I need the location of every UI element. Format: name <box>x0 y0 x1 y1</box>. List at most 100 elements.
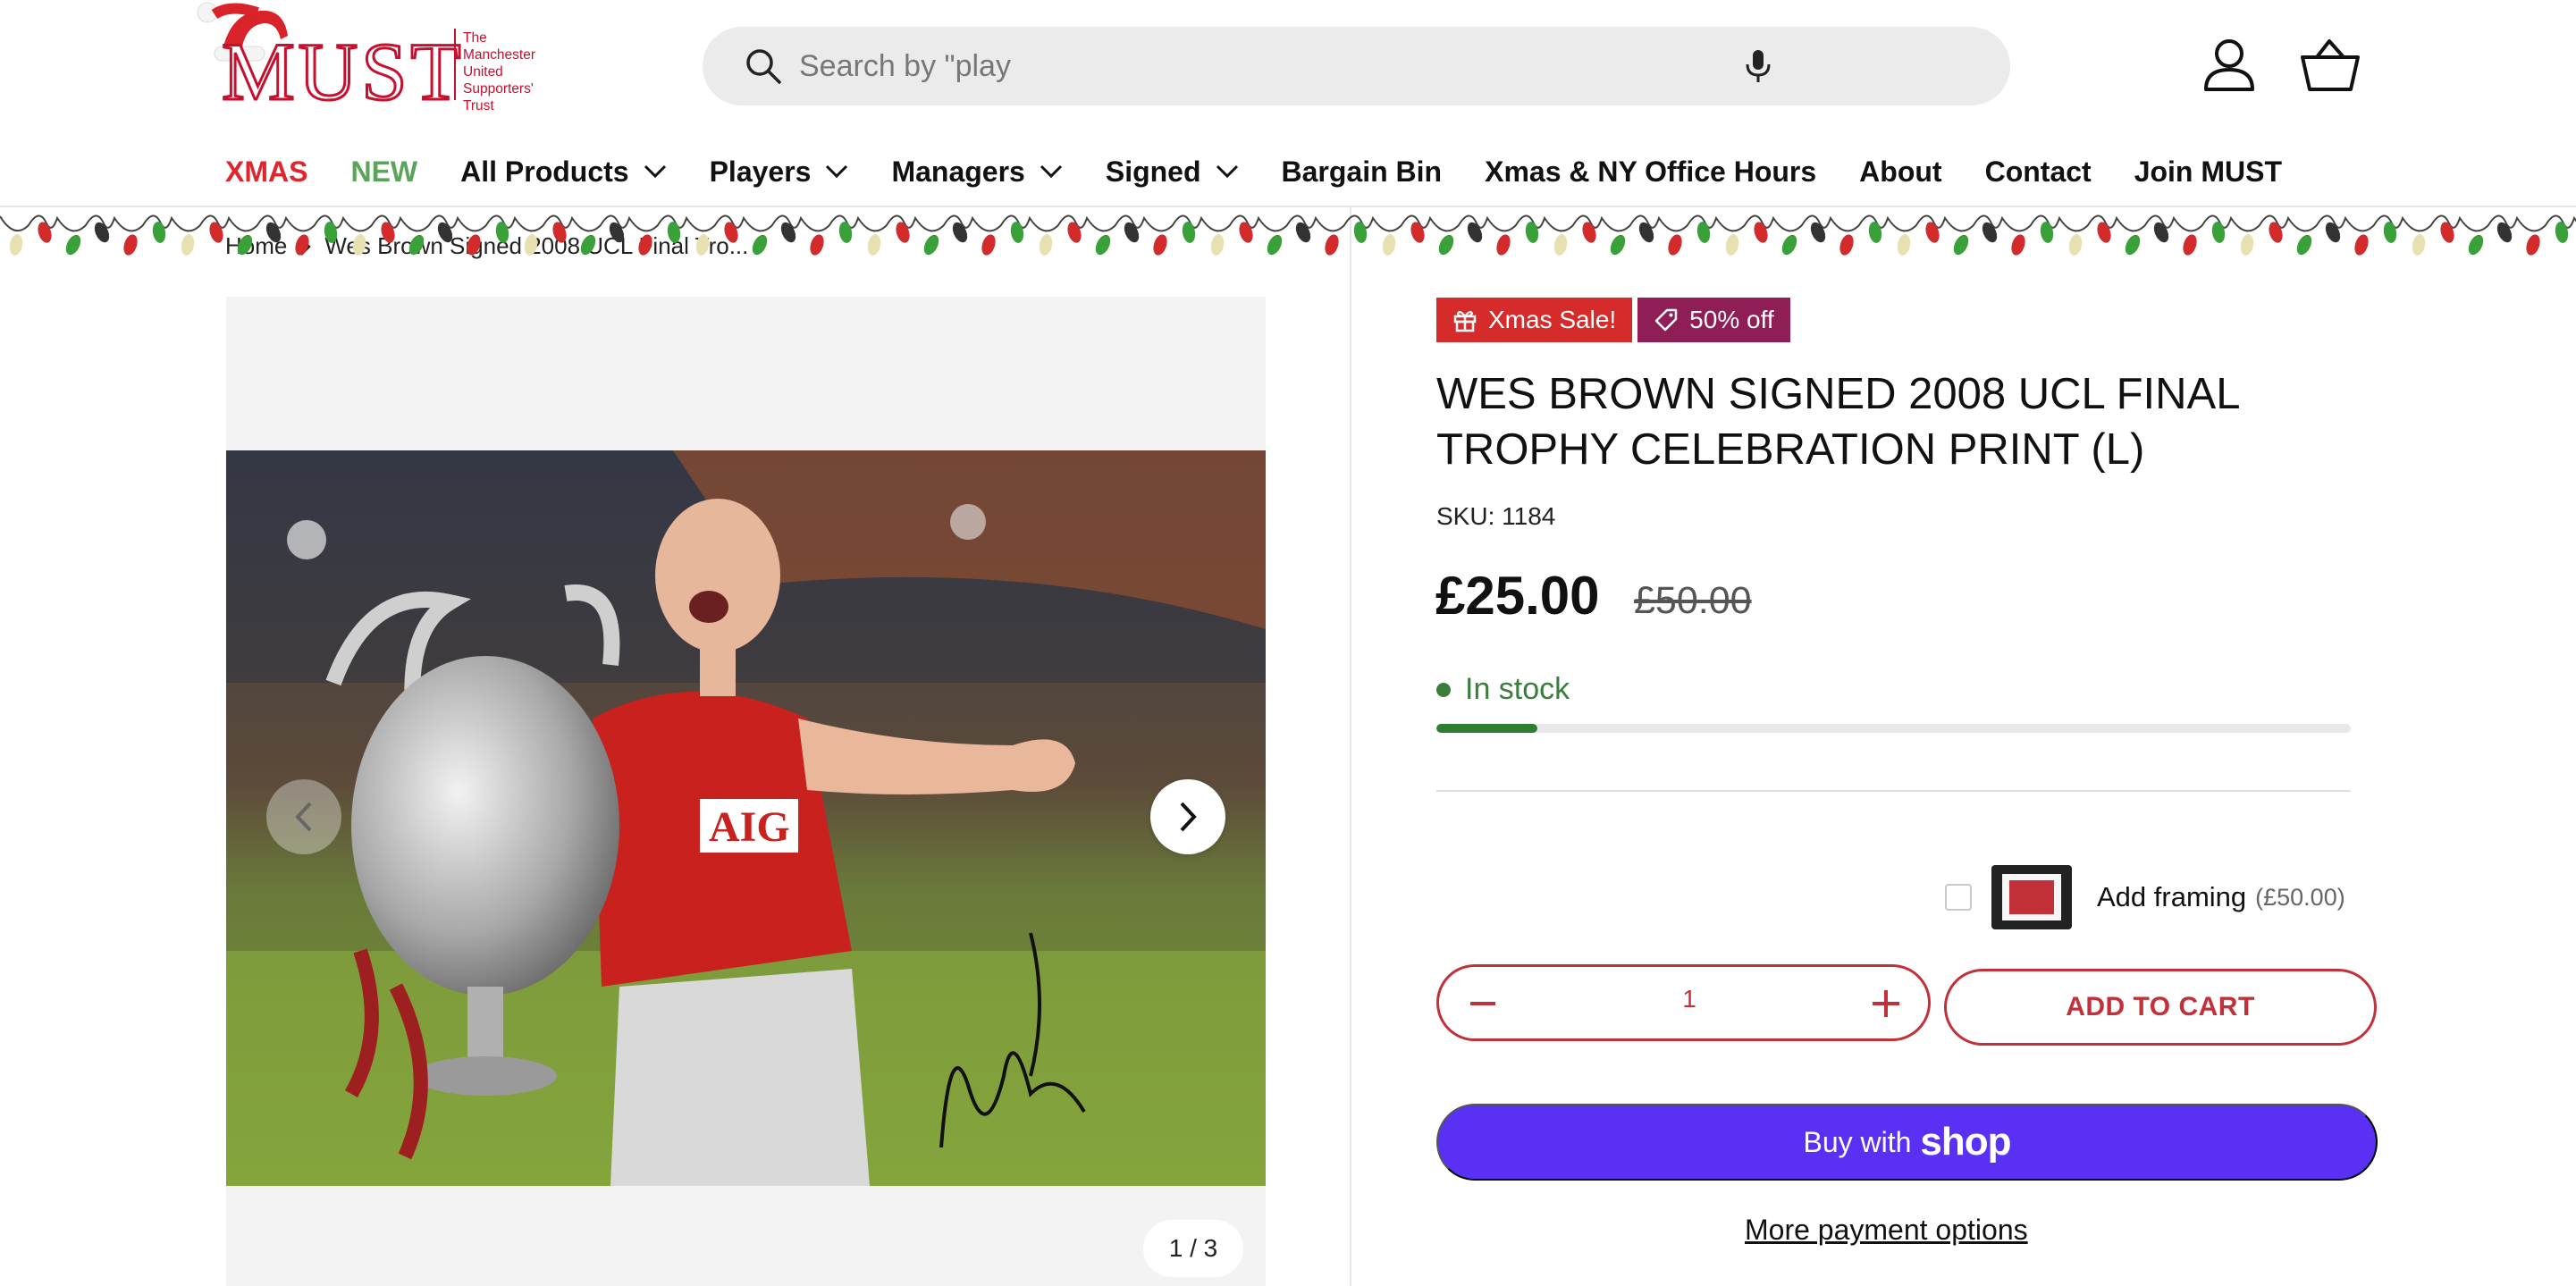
site-logo[interactable]: MUST The Manchester United Supporters' T… <box>195 0 552 114</box>
nav-item-all-products[interactable]: All Products <box>460 155 666 189</box>
search-icon[interactable] <box>744 46 783 86</box>
nav-item-players[interactable]: Players <box>710 155 849 189</box>
light-bulb <box>1525 222 1539 243</box>
nav-item-xmas[interactable]: XMAS <box>225 155 307 189</box>
nav-label: Contact <box>1984 155 2092 188</box>
light-bulb <box>1153 234 1167 256</box>
light-bulb <box>1382 234 1396 256</box>
nav-label: Players <box>709 155 812 188</box>
sale-badge-label: Xmas Sale! <box>1488 306 1617 333</box>
chevron-right-icon <box>300 237 312 256</box>
light-bulb <box>896 222 910 243</box>
light-bulb <box>1810 222 1826 243</box>
light-bulb <box>2383 222 2397 243</box>
main-nav: XMAS NEW All Products Players Managers S… <box>225 152 2325 191</box>
logo-divider <box>454 29 456 100</box>
light-bulb <box>2153 222 2169 243</box>
light-bulb <box>9 234 23 256</box>
nav-item-signed[interactable]: Signed <box>1106 155 1239 189</box>
light-bulb <box>123 234 138 256</box>
gift-icon <box>1453 310 1477 332</box>
light-bulb <box>952 222 968 243</box>
nav-label: About <box>1859 155 1942 188</box>
light-bulb <box>1925 222 1940 243</box>
light-bulb <box>2125 234 2141 256</box>
light-bulb <box>38 222 52 243</box>
nav-item-bargain-bin[interactable]: Bargain Bin <box>1282 155 1443 189</box>
light-bulb <box>2011 234 2025 256</box>
light-bulb <box>1839 234 1854 256</box>
light-bulb <box>2068 234 2083 256</box>
cart-icon[interactable] <box>2299 38 2361 93</box>
light-bulb <box>209 222 223 243</box>
discount-badge-label: 50% off <box>1689 306 1774 333</box>
light-bulb <box>1725 234 1739 256</box>
light-bulb <box>1754 222 1768 243</box>
light-bulb <box>1467 222 1483 243</box>
microphone-icon[interactable] <box>1738 46 1778 86</box>
light-bulb <box>1868 222 1882 243</box>
nav-item-new[interactable]: NEW <box>350 155 417 189</box>
account-icon[interactable] <box>2201 36 2258 93</box>
more-payment-options-link[interactable]: More payment options <box>1745 1214 2028 1247</box>
light-bulb <box>94 222 110 243</box>
nav-label: All Products <box>460 155 629 188</box>
product-image[interactable]: AIG <box>226 450 1266 1186</box>
light-bulb <box>2040 222 2054 243</box>
gallery-prev-button[interactable] <box>266 779 341 854</box>
light-bulb <box>1239 222 1253 243</box>
light-bulb <box>810 234 824 256</box>
light-bulb <box>1095 234 1111 256</box>
light-bulb <box>1496 234 1511 256</box>
chevron-down-icon <box>826 164 848 179</box>
light-bulb <box>2526 234 2540 256</box>
tag-icon <box>1654 308 1678 332</box>
stock-dot-icon <box>1436 682 1451 697</box>
garland-wire <box>0 214 2576 232</box>
quantity-decrease-button[interactable] <box>1462 983 1503 1024</box>
shop-pay-button[interactable]: Buy with shop <box>1436 1104 2378 1181</box>
light-bulb <box>923 234 939 256</box>
light-bulb <box>1668 234 1682 256</box>
light-bulb <box>181 234 195 256</box>
logo-tagline-line: Manchester <box>463 47 535 63</box>
light-bulb <box>2468 234 2484 256</box>
product-badges: Xmas Sale! 50% off <box>1436 298 1796 342</box>
light-bulb <box>1210 234 1225 256</box>
chevron-right-icon <box>1180 802 1197 832</box>
light-bulb <box>1039 234 1053 256</box>
light-bulb <box>2440 222 2454 243</box>
search-input[interactable] <box>799 44 1872 88</box>
quantity-input[interactable]: 1 <box>1600 985 1779 1013</box>
quantity-increase-button[interactable] <box>1865 983 1907 1024</box>
gallery-next-button[interactable] <box>1150 779 1225 854</box>
svg-text:AIG: AIG <box>709 803 790 851</box>
light-bulb <box>1982 222 1998 243</box>
stock-level-fill <box>1436 724 1537 733</box>
chevron-down-icon <box>1216 164 1238 179</box>
search-bar[interactable] <box>703 27 2010 105</box>
nav-item-managers[interactable]: Managers <box>891 155 1062 189</box>
light-bulb <box>152 222 166 243</box>
light-bulb <box>2183 234 2197 256</box>
minus-icon <box>1470 1002 1495 1005</box>
nav-item-about[interactable]: About <box>1859 155 1941 189</box>
nav-item-join[interactable]: Join MUST <box>2134 155 2282 189</box>
nav-label: NEW <box>350 155 418 188</box>
stock-level-bar <box>1436 724 2351 733</box>
add-to-cart-button[interactable]: ADD TO CART <box>1944 969 2377 1046</box>
logo-tagline-line: United <box>463 64 503 80</box>
framing-checkbox[interactable] <box>1945 884 1972 911</box>
framing-label: Add framing <box>2097 881 2247 912</box>
light-bulb <box>2269 222 2283 243</box>
framing-option[interactable]: Add framing (£50.00) <box>1945 865 2345 929</box>
nav-item-office-hours[interactable]: Xmas & NY Office Hours <box>1485 155 1816 189</box>
nav-label: Managers <box>891 155 1025 188</box>
light-bulb <box>2412 234 2426 256</box>
product-gallery: AIG 1 / 3 <box>226 297 1266 1286</box>
breadcrumb-home[interactable]: Home <box>225 232 287 260</box>
nav-item-contact[interactable]: Contact <box>1985 155 2092 189</box>
plus-icon <box>1873 990 1899 1017</box>
light-bulb <box>1953 234 1969 256</box>
breadcrumb-current: Wes Brown Signed 2008 UCL Final Tro... <box>324 232 749 259</box>
